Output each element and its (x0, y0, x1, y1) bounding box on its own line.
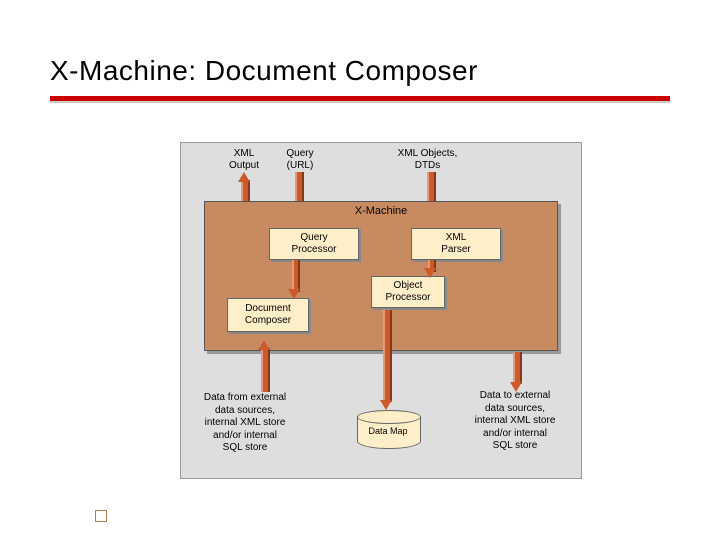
arrow-xmachine-to-external (510, 352, 522, 392)
text: Data to external (480, 390, 551, 401)
text: DTDs (415, 160, 441, 171)
label-query-url: Query (URL) (272, 148, 328, 172)
document-composer-box: Document Composer (227, 298, 309, 332)
text: Document (245, 303, 291, 316)
text: Processor (385, 292, 430, 305)
arrow-data-to-doc (258, 340, 270, 392)
text: XML (234, 148, 255, 159)
text: data sources, (215, 405, 275, 416)
data-map-label: Data Map (357, 426, 419, 436)
text: and/or internal (213, 430, 277, 441)
text: XML Objects, (398, 148, 458, 159)
text: internal XML store (475, 415, 556, 426)
text: Output (229, 160, 259, 171)
arrow-object-to-datamap (380, 310, 392, 410)
architecture-diagram: XML Output Query (URL) XML Objects, DTDs… (180, 142, 580, 477)
text: data sources, (485, 403, 545, 414)
data-map-cylinder: Data Map (357, 410, 419, 454)
arrow-parser-to-object (425, 260, 437, 280)
object-processor-box: Object Processor (371, 276, 445, 308)
text: internal XML store (205, 417, 286, 428)
arrow-query-to-doc (289, 260, 301, 300)
footer-bullet-icon (95, 510, 107, 522)
label-xml-objects: XML Objects, DTDs (375, 148, 480, 172)
xml-parser-box: XML Parser (411, 228, 501, 260)
caption-data-from: Data from external data sources, interna… (180, 392, 310, 455)
text: Query (286, 148, 313, 159)
text: Composer (245, 315, 291, 328)
text: SQL store (493, 440, 538, 451)
cylinder-top (357, 410, 421, 424)
query-processor-box: Query Processor (269, 228, 359, 260)
slide-title: X-Machine: Document Composer (50, 55, 478, 87)
text: (URL) (287, 160, 314, 171)
title-underline-shadow (50, 101, 670, 103)
caption-data-to: Data to external data sources, internal … (450, 390, 580, 453)
text: Query (300, 232, 327, 245)
xmachine-label: X-Machine (205, 205, 557, 217)
label-xml-output: XML Output (216, 148, 272, 172)
text: XML (446, 232, 467, 245)
text: Data from external (204, 392, 286, 403)
text: and/or internal (483, 428, 547, 439)
text: Parser (441, 244, 470, 257)
text: Object (394, 280, 423, 293)
text: Processor (291, 244, 336, 257)
text: SQL store (223, 442, 268, 453)
